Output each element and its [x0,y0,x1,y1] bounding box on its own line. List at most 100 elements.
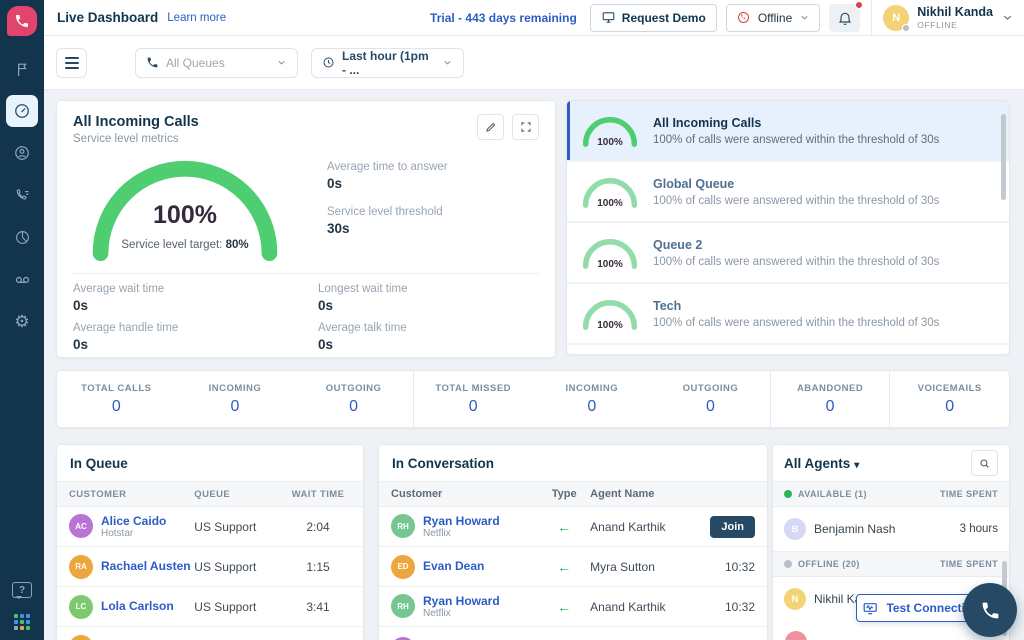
table-row[interactable]: AC Alice CaidoHotstar US Support 2:04 [57,507,363,547]
chevron-down-icon [276,57,287,68]
customer-name-link[interactable]: Alice Caido [101,514,166,528]
page-title: Live Dashboard [57,10,158,25]
help-button[interactable]: ? [12,582,32,598]
pie-chart-icon [14,229,31,246]
avatar: RA [69,555,93,579]
dashboard-list-button[interactable] [56,48,87,78]
queue-list-item[interactable]: 100% Queue 2 100% of calls were answered… [567,223,1009,284]
pencil-icon [484,120,498,134]
avatar: RH [391,514,415,538]
customer-name-link[interactable]: Rachael Austen [101,559,191,573]
scrollbar-thumb[interactable] [1001,114,1006,200]
queue-description: 100% of calls were answered within the t… [653,134,939,146]
customer-name-link[interactable]: Evan Dean [423,559,484,573]
agent-row[interactable]: B Benjamin Nash 3 hours [773,507,1009,551]
time-range-dropdown[interactable]: Last hour (1pm - ... [311,48,464,78]
sidebar-item-settings[interactable]: ⚙ [6,305,38,337]
table-row[interactable]: RA Rachael Austen US Support 1:15 [57,547,363,587]
metric-avg-handle-time: Average handle time 0s [73,322,318,352]
avatar: AC [69,514,93,538]
call-stats-bar: TOTAL CALLS0 INCOMING0 OUTGOING0 TOTAL M… [56,370,1010,428]
stat-voicemails: VOICEMAILS0 [889,371,1009,427]
chevron-down-icon [442,57,453,68]
user-menu[interactable]: N Nikhil Kanda OFFLINE [883,5,1014,31]
edit-button[interactable] [477,114,504,140]
queue-cell: US Support [194,560,285,574]
agent-name-cell: Myra Sutton [590,560,703,574]
queue-description: 100% of calls were answered within the t… [653,317,939,329]
sidebar-item-dashboard[interactable] [6,95,38,127]
agents-filter-dropdown[interactable]: All Agents▾ [784,456,859,471]
presence-dropdown[interactable]: Offline [726,4,820,32]
learn-more-link[interactable]: Learn more [167,12,226,24]
incoming-call-icon: ← [538,599,590,615]
wait-time-cell: 3:41 [285,600,351,614]
in-conversation-panel: In Conversation Customer Type Agent Name… [378,444,768,640]
customer-name-link[interactable]: Ryan Howard [423,594,500,608]
service-level-gauge: 100% Service level target: 80% [83,153,287,261]
sidebar-item-reports[interactable] [6,221,38,253]
queue-name: Global Queue [653,177,939,191]
metric-service-level-threshold: Service level threshold 30s [327,206,539,236]
queue-description: 100% of calls were answered within the t… [653,256,939,268]
queue-cell: US Support [194,520,285,534]
filter-bar: All Queues Last hour (1pm - ... [44,36,1024,90]
agent-name: Benjamin Nash [814,522,895,536]
table-row[interactable]: ED Evan Dean ← Myra Sutton 10:32 [379,547,767,587]
dialer-fab-button[interactable] [963,583,1017,637]
agent-search-button[interactable] [971,450,998,476]
join-button[interactable]: Join [710,516,755,538]
sidebar-item-voicemail[interactable] [6,263,38,295]
stat-missed-incoming: INCOMING0 [533,371,652,427]
table-row[interactable]: LC Lola Carlson US Support 3:41 [57,587,363,627]
table-row[interactable]: RH Ryan HowardNetflix ← Anand Karthik 10… [379,587,767,627]
queue-list-item[interactable]: 100% Tech 100% of calls were answered wi… [567,284,1009,345]
bell-icon [837,10,853,26]
sidebar-item-call-metrics[interactable] [6,179,38,211]
avatar: N [883,5,909,31]
queues-filter-dropdown[interactable]: All Queues [135,48,298,78]
app-switcher-icon[interactable] [14,614,30,630]
stat-incoming: INCOMING0 [176,371,295,427]
customer-name-link[interactable]: Ryan Howard [423,514,500,528]
metric-avg-wait-time: Average wait time 0s [73,283,318,313]
contact-icon [13,144,31,162]
notification-dot [855,1,863,9]
in-queue-title: In Queue [57,445,363,481]
customer-name-link[interactable]: Lola Carlson [101,599,174,613]
agent-name-cell: Anand Karthik [590,520,703,534]
request-demo-button[interactable]: Request Demo [590,4,717,32]
search-icon [978,457,991,470]
avatar: B [784,518,806,540]
incoming-call-icon: ← [538,519,590,535]
notifications-button[interactable] [829,4,860,32]
caret-down-icon: ▾ [854,460,859,471]
metric-longest-wait-time: Longest wait time 0s [318,283,539,313]
service-level-card: All Incoming Calls Service level metrics… [56,100,556,358]
expand-icon [519,120,533,134]
gear-icon: ⚙ [14,313,29,330]
in-queue-panel: In Queue CUSTOMER QUEUE WAIT TIME AC Ali… [56,444,364,640]
call-duration-cell: 10:32 [703,600,755,614]
stat-total-calls: TOTAL CALLS0 [57,371,176,427]
table-row[interactable]: RH Ryan HowardNetflix ← Anand Karthik Jo… [379,507,767,547]
voicemail-icon [13,270,32,289]
queue-service-level-list: 100% All Incoming Calls 100% of calls we… [566,100,1010,355]
sidebar: ⚙ ? [0,0,44,640]
table-row[interactable]: NN Nellie Norris US Support 1:43 [57,627,363,640]
stat-total-missed: TOTAL MISSED0 [413,371,533,427]
mini-gauge: 100% [581,236,639,269]
sidebar-item-contacts[interactable] [6,137,38,169]
avatar: NN [69,635,93,640]
incoming-call-icon: ← [538,559,590,575]
mini-gauge: 100% [581,297,639,330]
offline-status-dot [784,560,792,568]
wait-time-cell: 2:04 [285,520,351,534]
agent-name-cell: Anand Karthik [590,600,703,614]
queue-list-item[interactable]: 100% All Incoming Calls 100% of calls we… [567,101,1009,162]
expand-button[interactable] [512,114,539,140]
customer-company: Netflix [423,608,500,619]
sidebar-item-onboarding[interactable] [6,53,38,85]
freshcaller-logo[interactable] [7,6,37,36]
queue-list-item[interactable]: 100% Global Queue 100% of calls were ans… [567,162,1009,223]
